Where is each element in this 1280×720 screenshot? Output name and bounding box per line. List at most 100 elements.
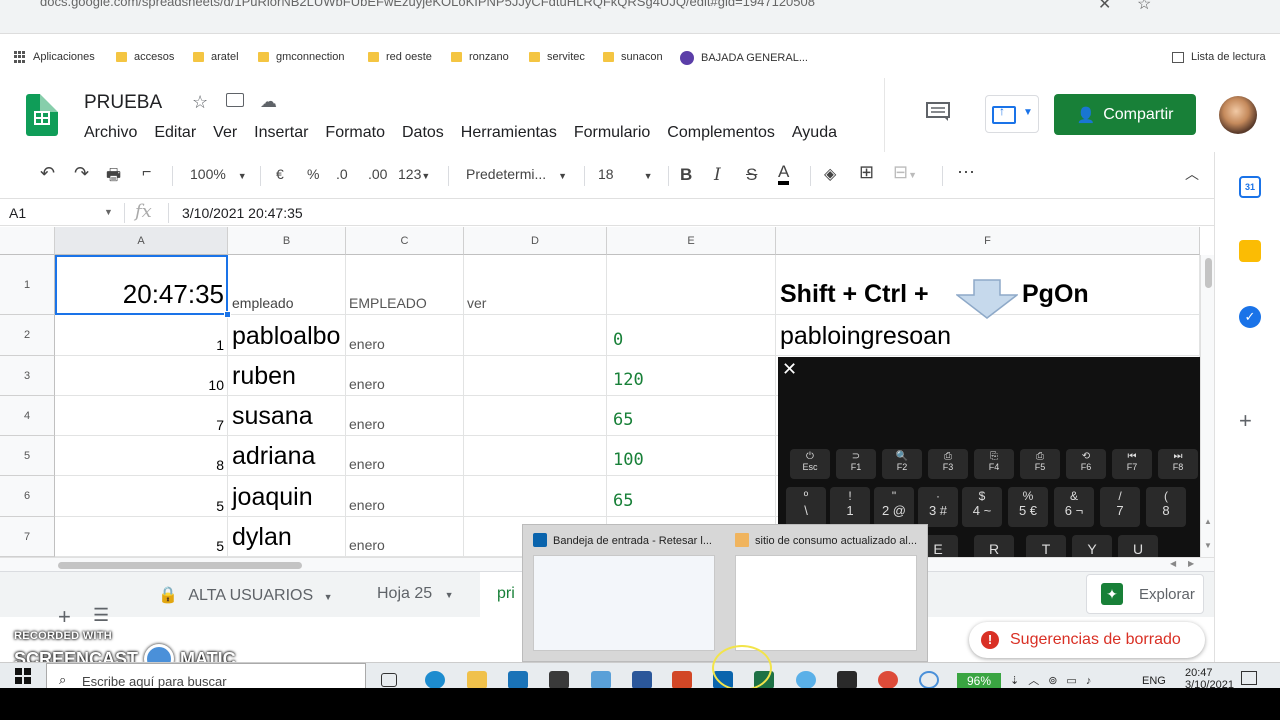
cell-a4[interactable]: 7 (55, 396, 228, 436)
cell-e1[interactable] (607, 255, 776, 315)
windows-start-icon[interactable] (15, 668, 31, 684)
cell-b6[interactable]: joaquin (228, 476, 346, 517)
bookmark-aratel[interactable]: aratel (193, 51, 239, 63)
row-header[interactable]: 4 (0, 396, 55, 436)
row-header[interactable]: 6 (0, 476, 55, 517)
bookmark-star-icon[interactable]: ☆ (1137, 0, 1151, 14)
ie-icon[interactable] (796, 671, 816, 689)
present-button[interactable]: ▼ (985, 95, 1039, 133)
menu-formulario[interactable]: Formulario (574, 124, 650, 142)
reading-list[interactable]: Lista de lectura (1172, 51, 1266, 63)
decrease-decimals-button[interactable]: .0 (336, 166, 348, 182)
image-close-icon[interactable]: ✕ (782, 359, 797, 380)
cell-d5[interactable] (464, 436, 607, 476)
menu-formato[interactable]: Formato (325, 124, 385, 142)
row-header[interactable]: 2 (0, 315, 55, 356)
column-header-e[interactable]: E (607, 227, 776, 255)
zoom-select[interactable]: 100% ▼ (190, 166, 247, 182)
scroll-down-icon[interactable]: ▼ (1204, 541, 1212, 550)
percent-format-button[interactable]: % (307, 166, 319, 182)
cell-e6[interactable]: 65 (607, 476, 776, 517)
sheet-tab-hoja-25[interactable]: Hoja 25 ▼ (377, 585, 454, 603)
print-icon[interactable]: 🖶 (106, 164, 121, 191)
system-tray-icons[interactable]: ⇣︿⊚▭♪ (1010, 672, 1100, 688)
bookmark-sunacon[interactable]: sunacon (603, 51, 663, 63)
borders-icon[interactable]: ⊞ (859, 162, 874, 183)
bookmark-ronzano[interactable]: ronzano (451, 51, 509, 63)
taskbar-search[interactable]: ⌕ Escribe aquí para buscar (46, 663, 366, 689)
sheet-tab-alta-usuarios[interactable]: 🔒 ALTA USUARIOS ▼ (158, 585, 333, 605)
add-sheet-icon[interactable]: + (58, 604, 71, 630)
cell-b3[interactable]: ruben (228, 356, 346, 396)
bookmark-gmconnection[interactable]: gmconnection (258, 51, 345, 63)
preview-outlook[interactable]: Bandeja de entrada - Retesar l... (527, 533, 719, 657)
formula-input[interactable]: 3/10/2021 20:47:35 (182, 205, 303, 221)
cell-d4[interactable] (464, 396, 607, 436)
name-box[interactable]: A1 (9, 205, 26, 221)
cell-a1[interactable]: 20:47:35 (55, 255, 228, 315)
cell-c6[interactable]: enero (346, 476, 464, 517)
collapse-toolbar-icon[interactable]: ︿ (1185, 164, 1199, 184)
column-header-b[interactable]: B (228, 227, 346, 255)
add-addon-icon[interactable]: + (1239, 408, 1252, 434)
scroll-right-icon[interactable]: ▶ (1188, 559, 1194, 568)
menu-herramientas[interactable]: Herramientas (461, 124, 557, 142)
share-button[interactable]: 👤 Compartir (1054, 94, 1196, 135)
increase-decimals-button[interactable]: .00 (368, 166, 387, 182)
menu-insertar[interactable]: Insertar (254, 124, 308, 142)
menu-ver[interactable]: Ver (213, 124, 237, 142)
app-l-icon[interactable] (508, 671, 528, 689)
screencast-icon[interactable] (919, 671, 939, 689)
cell-b2[interactable]: pabloalbo (228, 315, 346, 356)
address-bar[interactable]: docs.google.com/spreadsheets/d/1PuRlorNB… (40, 0, 815, 9)
more-formats-button[interactable]: 123▼ (398, 166, 430, 182)
fill-handle[interactable] (224, 311, 231, 318)
cell-d2[interactable] (464, 315, 607, 356)
comment-icon[interactable] (926, 102, 950, 122)
bookmark-red-oeste[interactable]: red oeste (368, 51, 432, 63)
cell-d1[interactable]: ver (464, 255, 607, 315)
edge-icon[interactable] (425, 671, 445, 689)
menu-archivo[interactable]: Archivo (84, 124, 137, 142)
chrome-icon[interactable] (878, 671, 898, 689)
undo-icon[interactable]: ↶ (40, 163, 55, 184)
cell-c3[interactable]: enero (346, 356, 464, 396)
cell-b4[interactable]: susana (228, 396, 346, 436)
down-arrow-shape[interactable] (956, 279, 1018, 319)
column-header-d[interactable]: D (464, 227, 607, 255)
bookmark-bajada-general[interactable]: BAJADA GENERAL... (680, 51, 808, 65)
font-size-select[interactable]: 18 ▼ (598, 166, 653, 182)
row-header[interactable]: 7 (0, 517, 55, 557)
keep-icon[interactable] (1239, 240, 1261, 262)
move-folder-icon[interactable] (226, 93, 244, 107)
cell-f2[interactable]: pabloingresoan (776, 315, 1200, 356)
preview-mail[interactable]: sitio de consumo actualizado al... (729, 533, 921, 657)
bookmark-accesos[interactable]: accesos (116, 51, 174, 63)
explore-button[interactable]: ✦ Explorar (1086, 574, 1204, 614)
menu-ayuda[interactable]: Ayuda (792, 124, 837, 142)
chevron-down-icon[interactable]: ▼ (104, 207, 113, 217)
column-header-a[interactable]: A (55, 227, 228, 255)
cell-c1[interactable]: EMPLEADO (346, 255, 464, 315)
cell-e5[interactable]: 100 (607, 436, 776, 476)
document-title[interactable]: PRUEBA (84, 92, 162, 114)
paint-format-icon[interactable]: ⌐ (142, 164, 151, 182)
strikethrough-button[interactable]: S (746, 165, 757, 185)
scroll-up-icon[interactable]: ▲ (1204, 517, 1212, 526)
file-explorer-icon[interactable] (467, 671, 487, 689)
language-indicator[interactable]: ENG (1142, 675, 1166, 687)
fill-color-icon[interactable]: ◈ (824, 164, 836, 184)
star-icon[interactable]: ☆ (192, 92, 208, 113)
italic-button[interactable]: I (714, 165, 721, 185)
suggestion-chip[interactable]: ! Sugerencias de borrado (969, 622, 1205, 658)
app-dark-icon[interactable] (837, 671, 857, 689)
row-header[interactable]: 3 (0, 356, 55, 396)
cell-c7[interactable]: enero (346, 517, 464, 557)
powerpoint-icon[interactable] (672, 671, 692, 689)
row-header[interactable]: 5 (0, 436, 55, 476)
cell-c2[interactable]: enero (346, 315, 464, 356)
task-view-icon[interactable] (381, 673, 397, 687)
column-header-f[interactable]: F (776, 227, 1200, 255)
cell-a5[interactable]: 8 (55, 436, 228, 476)
cell-e2[interactable]: 0 (607, 315, 776, 356)
